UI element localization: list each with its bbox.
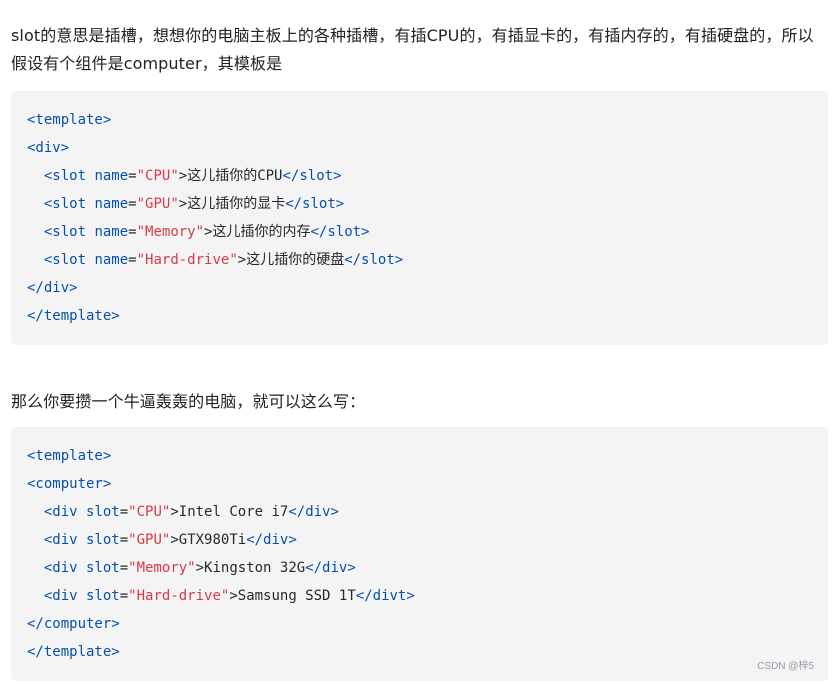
code-token: >	[195, 560, 205, 576]
code-line: <template>	[27, 106, 828, 134]
code-token: =	[128, 252, 137, 268]
code-token: Samsung SSD 1T	[237, 588, 356, 604]
code-token: <template>	[27, 112, 112, 128]
code-line: <div slot="Memory">Kingston 32G</div>	[27, 554, 828, 582]
code-token: 这儿插你的内存	[212, 224, 311, 240]
code-token: </div>	[246, 532, 297, 548]
code-line: <slot name="Hard-drive">这儿插你的硬盘</slot>	[27, 246, 828, 274]
code-token: =	[119, 588, 129, 604]
code-token: <div	[43, 532, 78, 548]
code-line: </computer>	[27, 610, 828, 638]
code-line: <computer>	[27, 470, 828, 498]
code-token: </div>	[27, 280, 78, 296]
code-token: =	[128, 224, 137, 240]
code-token: "GPU"	[136, 196, 179, 212]
code-token: =	[128, 168, 137, 184]
code-token: name	[94, 168, 129, 184]
code-token: Kingston 32G	[204, 560, 306, 576]
code-line: <slot name="Memory">这儿插你的内存</slot>	[27, 218, 828, 246]
code-token: "Hard-drive"	[136, 252, 238, 268]
code-token: <div	[43, 560, 78, 576]
code-token: <slot	[43, 252, 87, 268]
code-token: </slot>	[285, 196, 345, 212]
code-token: "CPU"	[128, 504, 171, 520]
code-token: GTX980Ti	[178, 532, 247, 548]
code-token: name	[94, 252, 129, 268]
code-token: <div	[43, 504, 78, 520]
code-block-template: <template> <div> <slot name="CPU">这儿插你的C…	[11, 91, 828, 345]
code-token: =	[119, 504, 129, 520]
code-line: </template>	[27, 302, 828, 330]
code-token: slot	[86, 504, 120, 520]
code-token: "Memory"	[136, 224, 205, 240]
code-token: "Memory"	[128, 560, 196, 576]
code-token: >	[170, 504, 179, 520]
code-token: <slot	[43, 224, 87, 240]
code-token: </div>	[288, 504, 339, 520]
code-line: <slot name="GPU">这儿插你的显卡</slot>	[27, 190, 828, 218]
code-token: name	[94, 196, 129, 212]
code-token: slot	[86, 532, 120, 548]
code-token: >	[178, 196, 188, 212]
code-line: <div>	[27, 134, 828, 162]
code-token: </computer>	[27, 616, 120, 632]
csdn-watermark: CSDN @梓5	[757, 661, 814, 672]
code-token: "GPU"	[128, 532, 171, 548]
code-token: =	[119, 560, 129, 576]
code-line: </template>	[27, 638, 828, 666]
code-token: <computer>	[27, 476, 112, 492]
code-token: slot	[86, 560, 120, 576]
code-line: <div slot="CPU">Intel Core i7</div>	[27, 498, 828, 526]
code-block-usage: <template> <computer> <div slot="CPU">In…	[11, 427, 828, 681]
code-token: </template>	[27, 644, 120, 660]
code-token: "CPU"	[136, 168, 179, 184]
code-token: >	[178, 168, 188, 184]
code-line: </div>	[27, 274, 828, 302]
code-token: </slot>	[282, 168, 342, 184]
code-token: name	[94, 224, 129, 240]
code-token: >	[229, 588, 238, 604]
code-token: <div>	[27, 140, 70, 156]
code-token: <div	[43, 588, 78, 604]
intro-paragraph: slot的意思是插槽，想想你的电脑主板上的各种插槽，有插CPU的，有插显卡的，有…	[11, 26, 814, 73]
code-token: <slot	[43, 168, 87, 184]
code-token: </slot>	[344, 252, 404, 268]
code-token: </slot>	[310, 224, 370, 240]
code-token: >	[170, 532, 179, 548]
code-token: slot	[86, 588, 120, 604]
code-token: </template>	[27, 308, 120, 324]
code-line: <slot name="CPU">这儿插你的CPU</slot>	[27, 162, 828, 190]
code-token: >	[237, 252, 247, 268]
code-token: =	[119, 532, 129, 548]
code-token: "Hard-drive"	[128, 588, 230, 604]
code-token: 这儿插你的显卡	[187, 196, 286, 212]
code-token: Intel Core i7	[178, 504, 289, 520]
code-token: </divt>	[355, 588, 415, 604]
code-line: <div slot="Hard-drive">Samsung SSD 1T</d…	[27, 582, 828, 610]
code-line: <template>	[27, 442, 828, 470]
code-token: =	[128, 196, 137, 212]
code-token: 这儿插你的CPU	[187, 168, 283, 184]
code-token: 这儿插你的硬盘	[246, 252, 345, 268]
usage-paragraph: 那么你要攒一个牛逼轰轰的电脑，就可以这么写：	[11, 392, 366, 411]
code-token: <slot	[43, 196, 87, 212]
code-token: </div>	[305, 560, 356, 576]
code-token: <template>	[27, 448, 112, 464]
code-line: <div slot="GPU">GTX980Ti</div>	[27, 526, 828, 554]
